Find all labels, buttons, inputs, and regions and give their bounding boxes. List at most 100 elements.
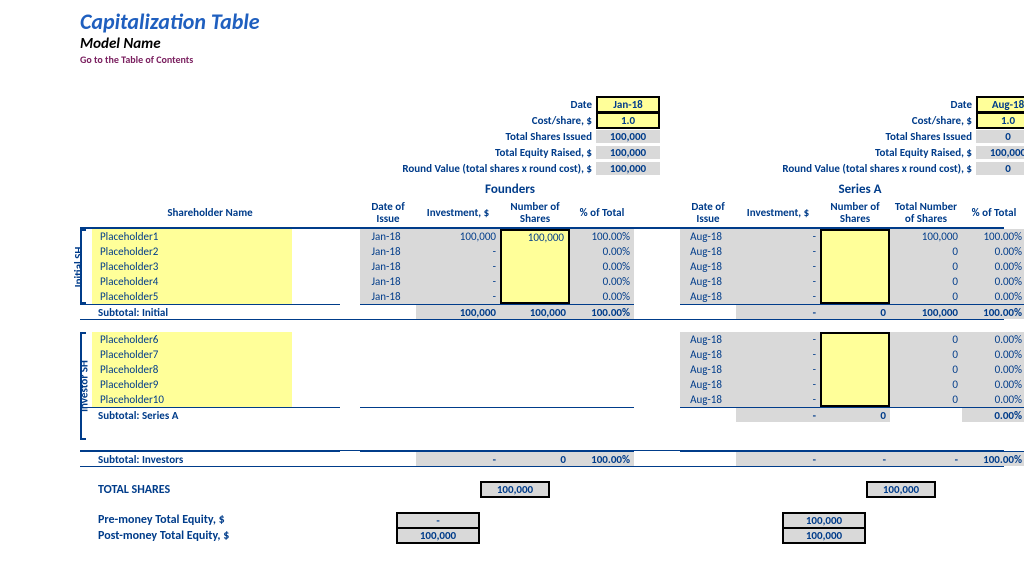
table-row: Placeholder3 Jan-18 - 0.00% Aug-18 - 0 0…	[80, 259, 1004, 274]
seriesa-cost[interactable]: 1.0	[976, 112, 1024, 129]
subtotal-cell: -	[820, 451, 890, 466]
shareholder-name[interactable]: Placeholder4	[92, 274, 292, 289]
cell-investment: -	[736, 377, 820, 392]
seriesa-round-value: 0	[976, 162, 1024, 175]
cell-total-shares: 0	[890, 392, 962, 407]
subtotal-cell: 100.00%	[570, 304, 634, 319]
cell-pct: 0.00%	[962, 289, 1024, 304]
pre-money-founders: -	[396, 512, 480, 527]
cell-date: Aug-18	[680, 332, 736, 347]
cell-total-shares: 0	[890, 289, 962, 304]
cell-total-shares: 0	[890, 259, 962, 274]
post-money-label: Post-money Total Equity, $	[80, 529, 340, 543]
subtotal-cell: 0	[820, 407, 890, 422]
cell-date: Aug-18	[680, 289, 736, 304]
cell-date: Aug-18	[680, 377, 736, 392]
cell-num-shares[interactable]	[820, 289, 890, 304]
subtotal-cell: 0	[500, 451, 570, 466]
cell-pct: 0.00%	[570, 244, 634, 259]
cell-investment: -	[736, 347, 820, 362]
hdr-investment: Investment, $	[736, 199, 820, 227]
kv-label-equity: Total Equity Raised, $	[680, 146, 976, 159]
cell-investment: -	[736, 244, 820, 259]
header-block: Capitalization Table Model Name Go to th…	[80, 8, 1004, 66]
cell-date: Jan-18	[360, 244, 416, 259]
cell-investment: -	[736, 392, 820, 407]
shareholder-name[interactable]: Placeholder6	[92, 332, 292, 347]
kv-label-shares: Total Shares Issued	[360, 130, 596, 143]
cell-num-shares[interactable]	[820, 377, 890, 392]
subtotal-cell: 100.00%	[962, 304, 1024, 319]
cell-num-shares[interactable]	[820, 244, 890, 259]
shareholder-name[interactable]: Placeholder3	[92, 259, 292, 274]
cell-date: Aug-18	[680, 362, 736, 377]
cell-date: Jan-18	[360, 289, 416, 304]
pre-money-row: Pre-money Total Equity, $ - 100,000	[80, 512, 1004, 527]
founders-date[interactable]: Jan-18	[596, 96, 660, 113]
subtotal-cell: -	[416, 451, 500, 466]
total-shares-label: TOTAL SHARES	[80, 483, 340, 497]
cell-pct: 0.00%	[962, 377, 1024, 392]
hdr-investment: Investment, $	[416, 199, 500, 227]
cell-pct: 100.00%	[570, 229, 634, 244]
cell-num-shares[interactable]	[820, 392, 890, 407]
cell-num-shares[interactable]: 100,000	[500, 229, 570, 244]
cell-total-shares: 0	[890, 332, 962, 347]
hdr-num-shares: Number of Shares	[820, 199, 890, 227]
subtotal-cell: -	[736, 451, 820, 466]
total-shares-founders: 100,000	[480, 481, 550, 498]
cell-date: Aug-18	[680, 392, 736, 407]
table-row: Placeholder10 Aug-18 - 0 0.00%	[80, 392, 1004, 407]
cell-num-shares[interactable]	[500, 244, 570, 259]
subtotal-cell: 100,000	[890, 304, 962, 319]
hdr-shareholder: Shareholder Name	[80, 199, 340, 227]
shareholder-name[interactable]: Placeholder2	[92, 244, 292, 259]
subtotal-cell: -	[890, 451, 962, 466]
shareholder-name[interactable]: Placeholder10	[92, 392, 292, 407]
cell-investment: -	[416, 274, 500, 289]
cell-investment: -	[416, 244, 500, 259]
founders-cost[interactable]: 1.0	[596, 112, 660, 129]
subtotal-cell	[890, 407, 962, 422]
cell-investment: -	[416, 259, 500, 274]
cell-pct: 0.00%	[570, 274, 634, 289]
cell-investment: -	[736, 259, 820, 274]
cell-num-shares[interactable]	[820, 347, 890, 362]
cell-num-shares[interactable]	[500, 289, 570, 304]
model-name: Model Name	[80, 35, 1004, 53]
cell-investment: -	[736, 289, 820, 304]
cell-num-shares[interactable]	[500, 259, 570, 274]
post-money-founders: 100,000	[396, 527, 480, 544]
subtotal-cell: 100.00%	[962, 451, 1024, 466]
subtotal-cell: -	[736, 407, 820, 422]
seriesa-kv: DateAug-18 Cost/share, $1.0 Total Shares…	[680, 96, 1024, 199]
seriesa-shares-issued: 0	[976, 130, 1024, 143]
founders-equity-raised: 100,000	[596, 146, 660, 159]
seriesa-date[interactable]: Aug-18	[976, 96, 1024, 113]
cell-num-shares[interactable]	[820, 332, 890, 347]
cell-investment: -	[736, 332, 820, 347]
kv-label-shares: Total Shares Issued	[680, 130, 976, 143]
shareholder-name[interactable]: Placeholder8	[92, 362, 292, 377]
cell-total-shares: 0	[890, 244, 962, 259]
subtotal-cell: -	[736, 304, 820, 319]
cell-num-shares[interactable]	[820, 259, 890, 274]
total-shares-row: TOTAL SHARES 100,000 100,000	[80, 481, 1004, 498]
toc-link[interactable]: Go to the Table of Contents	[80, 53, 1004, 66]
post-money-seriesa: 100,000	[782, 527, 866, 544]
shareholder-name[interactable]: Placeholder7	[92, 347, 292, 362]
shareholder-name[interactable]: Placeholder1	[92, 229, 292, 244]
kv-label-date: Date	[360, 98, 596, 111]
cell-num-shares[interactable]	[820, 274, 890, 289]
cell-num-shares[interactable]	[820, 229, 890, 244]
cell-date: Aug-18	[680, 229, 736, 244]
subtotal-cell: 0.00%	[962, 407, 1024, 422]
cell-num-shares[interactable]	[820, 362, 890, 377]
cell-pct: 0.00%	[962, 244, 1024, 259]
shareholder-name[interactable]: Placeholder9	[92, 377, 292, 392]
cell-date: Jan-18	[360, 274, 416, 289]
cell-num-shares[interactable]	[500, 274, 570, 289]
shareholder-name[interactable]: Placeholder5	[92, 289, 292, 304]
cell-total-shares: 100,000	[890, 229, 962, 244]
cell-total-shares: 0	[890, 347, 962, 362]
